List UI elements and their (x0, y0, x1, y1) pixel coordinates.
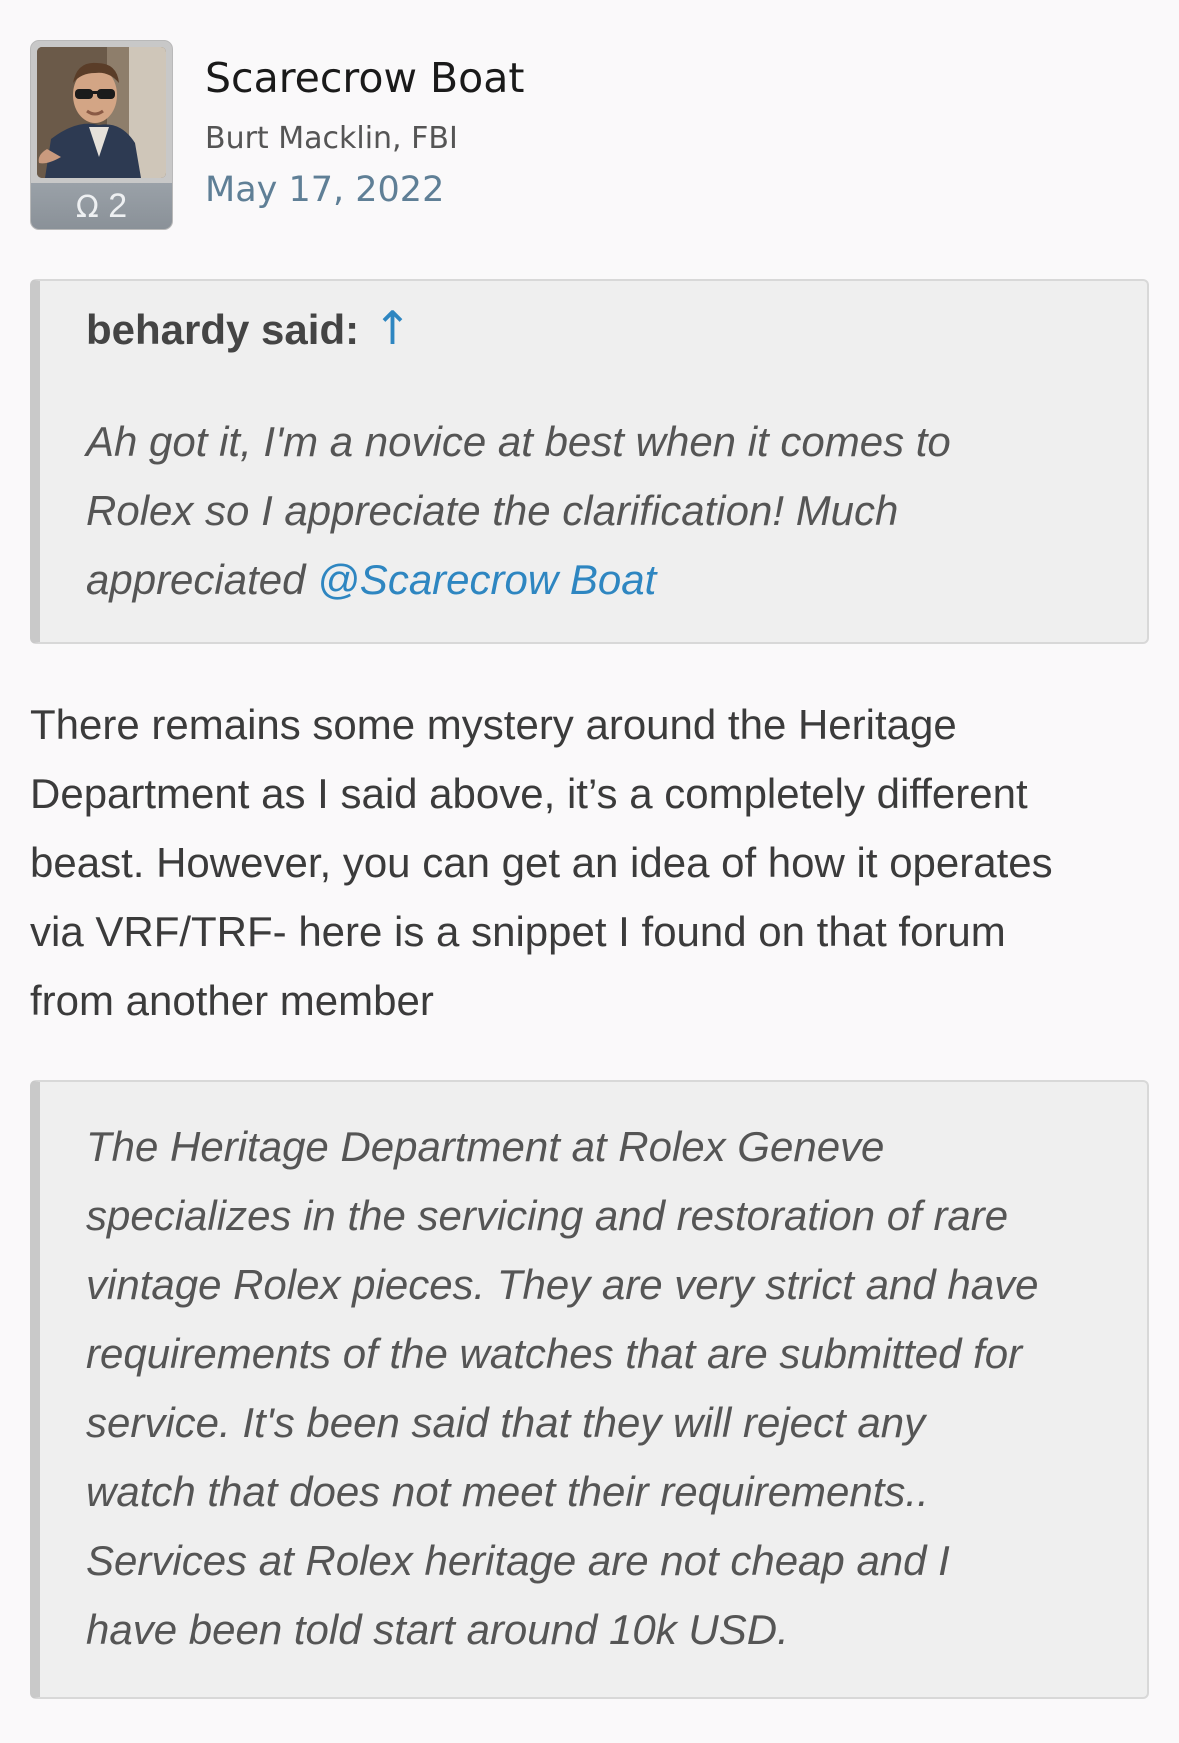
quote-line: watch that does not meet their requireme… (86, 1468, 929, 1515)
quote-author-label: behardy said: (86, 306, 360, 353)
quote-line: Services at Rolex heritage are not cheap… (86, 1537, 950, 1584)
post-body-line: There remains some mystery around the He… (30, 701, 957, 748)
post-body-line: beast. However, you can get an idea of h… (30, 839, 1053, 886)
quote-line: appreciated @Scarecrow Boat (86, 545, 1126, 614)
forum-post: Ω 2 Scarecrow Boat Burt Macklin, FBI May… (30, 40, 1149, 1699)
author-title: Burt Macklin, FBI (205, 121, 458, 156)
user-avatar-icon (37, 47, 166, 178)
arrow-up-icon[interactable]: ↑ (373, 301, 412, 355)
quote-line: service. It's been said that they will r… (86, 1399, 926, 1446)
post-date[interactable]: May 17, 2022 (205, 170, 444, 210)
quote-line: vintage Rolex pieces. They are very stri… (86, 1261, 1039, 1308)
post-body: There remains some mystery around the He… (30, 690, 1149, 1035)
quote-line: have been told start around 10k USD. (86, 1606, 789, 1653)
user-mention-link[interactable]: @Scarecrow Boat (317, 556, 656, 603)
quote-block: behardy said: ↑ Ah got it, I'm a novice a… (30, 279, 1149, 644)
quote-line: specializes in the servicing and restora… (86, 1192, 1009, 1239)
post-body-line: Department as I said above, it’s a compl… (30, 770, 1028, 817)
quote-text: The Heritage Department at Rolex Geneve … (86, 1112, 1126, 1664)
quote-line: The Heritage Department at Rolex Geneve (86, 1123, 885, 1170)
quote-line: Ah got it, I'm a novice at best when it … (86, 418, 951, 465)
author-name[interactable]: Scarecrow Boat (205, 54, 524, 102)
quote-author[interactable]: behardy said: ↑ (86, 301, 412, 355)
post-body-line: via VRF/TRF- here is a snippet I found o… (30, 908, 1006, 955)
reputation-badge: Ω 2 (31, 183, 172, 229)
omega-icon: Ω (75, 190, 99, 225)
post-header: Ω 2 Scarecrow Boat Burt Macklin, FBI May… (30, 40, 1149, 240)
quote-block: The Heritage Department at Rolex Geneve … (30, 1080, 1149, 1699)
avatar[interactable]: Ω 2 (30, 40, 173, 230)
quote-line: Rolex so I appreciate the clarification!… (86, 487, 899, 534)
quote-text: Ah got it, I'm a novice at best when it … (86, 407, 1126, 614)
quote-line-text: appreciated (86, 556, 318, 603)
quote-line: requirements of the watches that are sub… (86, 1330, 1023, 1377)
post-body-line: from another member (30, 977, 434, 1024)
avatar-photo (37, 47, 166, 178)
reputation-count: 2 (108, 187, 128, 225)
